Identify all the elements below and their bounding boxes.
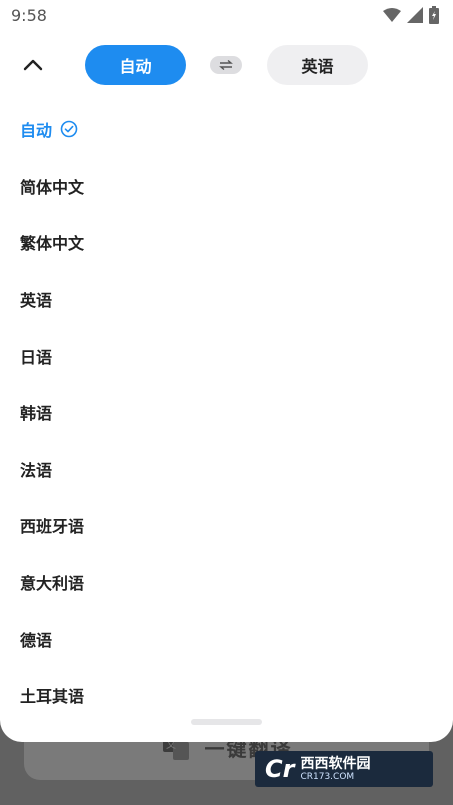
wifi-icon [383, 8, 401, 22]
language-picker-sheet: 自动 英语 自动 简体中文 繁体中文 英语 日语 韩语 法语 西班牙语 意大利语… [0, 0, 453, 742]
battery-icon [429, 6, 439, 24]
language-option-label: 意大利语 [20, 574, 85, 594]
status-time: 9:58 [11, 5, 47, 25]
chevron-up-icon [23, 59, 43, 71]
swap-icon [219, 60, 233, 70]
language-option-label: 韩语 [20, 404, 53, 424]
language-option-german[interactable]: 德语 [0, 610, 453, 667]
language-option-korean[interactable]: 韩语 [0, 384, 453, 441]
watermark-logo: Cr 西西软件园 CR173.COM [255, 751, 433, 787]
language-option-label: 自动 [20, 121, 53, 141]
language-list: 自动 简体中文 繁体中文 英语 日语 韩语 法语 西班牙语 意大利语 德语 土耳… [0, 101, 453, 724]
language-option-label: 德语 [20, 630, 53, 650]
collapse-button[interactable] [16, 48, 50, 82]
status-icons [383, 6, 439, 24]
language-option-japanese[interactable]: 日语 [0, 327, 453, 384]
language-option-label: 土耳其语 [20, 687, 85, 707]
language-option-label: 繁体中文 [20, 234, 85, 254]
language-option-label: 法语 [20, 460, 53, 480]
language-option-english[interactable]: 英语 [0, 271, 453, 328]
check-circle-icon [60, 120, 78, 138]
signal-icon [407, 7, 423, 23]
screen: 文 一键翻译 Cr 西西软件园 CR173.COM 9:58 自动 英语 自动 … [0, 0, 453, 805]
language-option-traditional-chinese[interactable]: 繁体中文 [0, 214, 453, 271]
language-option-label: 西班牙语 [20, 517, 85, 537]
language-picker-header: 自动 英语 [0, 40, 453, 92]
language-option-label: 日语 [20, 347, 53, 367]
swap-languages-button[interactable] [210, 56, 242, 74]
source-language-button[interactable]: 自动 [85, 45, 186, 85]
language-option-auto[interactable]: 自动 [0, 101, 453, 158]
language-option-simplified-chinese[interactable]: 简体中文 [0, 158, 453, 215]
language-option-italian[interactable]: 意大利语 [0, 554, 453, 611]
language-option-french[interactable]: 法语 [0, 441, 453, 498]
sheet-drag-handle[interactable] [191, 719, 262, 725]
status-bar: 9:58 [0, 0, 453, 30]
watermark-site: CR173.COM [300, 772, 355, 782]
target-language-button[interactable]: 英语 [267, 45, 368, 85]
language-option-spanish[interactable]: 西班牙语 [0, 497, 453, 554]
language-option-label: 英语 [20, 291, 53, 311]
watermark-name: 西西软件园 [300, 756, 371, 772]
language-option-label: 简体中文 [20, 177, 85, 197]
watermark-logo-mark: Cr [265, 755, 295, 783]
language-option-turkish[interactable]: 土耳其语 [0, 667, 453, 724]
